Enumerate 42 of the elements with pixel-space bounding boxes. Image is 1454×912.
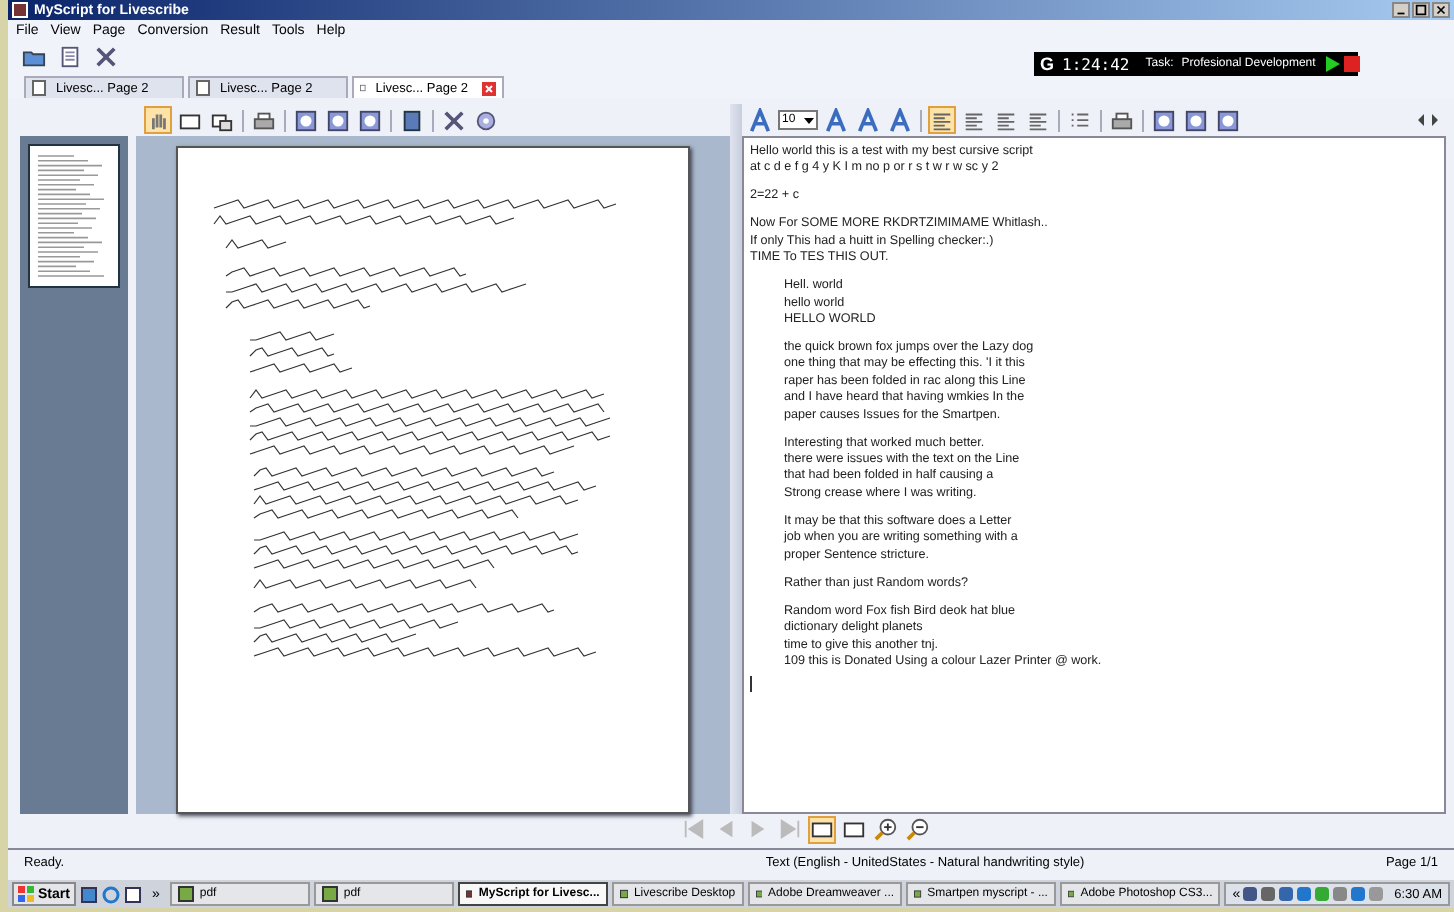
document-icon[interactable] [123,885,142,903]
app-icon [914,886,922,902]
app-icon [12,2,28,18]
settings-icon[interactable] [472,106,500,134]
book-icon[interactable] [398,106,426,134]
convert-icon[interactable] [356,106,384,134]
maximize-button[interactable] [1412,2,1430,18]
text-caret [750,675,752,692]
app-icon [1067,886,1075,902]
document-icon[interactable] [56,42,84,70]
stop-button[interactable] [1343,56,1360,72]
fit-page-icon[interactable] [808,815,836,843]
scroll-arrows-icon [1418,112,1438,128]
font-icon[interactable] [746,106,774,134]
app-icon [619,886,628,902]
app-icon [177,886,194,902]
export-icon[interactable] [1182,106,1210,134]
minimize-button[interactable] [1392,2,1410,18]
page-icon [196,80,210,96]
convert-icon[interactable] [324,106,352,134]
zoom-in-icon[interactable] [872,815,900,843]
convert-icon[interactable] [292,106,320,134]
desktop-icon[interactable] [79,885,98,903]
close-button[interactable] [1432,2,1450,18]
maximize-icon [1414,2,1428,18]
splitter-handle[interactable] [730,104,742,814]
timer-logo: G [1040,53,1055,75]
close-icon[interactable] [482,81,496,95]
export-icon[interactable] [1150,106,1178,134]
page-thumbnail[interactable] [28,144,120,288]
timer-time: 1:24:42 [1062,53,1130,75]
app-icon [755,886,763,902]
page-icon [32,80,46,96]
export-icon[interactable] [1214,106,1242,134]
play-button[interactable] [1323,56,1340,72]
page-icon [360,80,366,96]
app-icon [321,886,338,902]
align-icon[interactable] [928,106,956,134]
close-icon [1434,2,1448,18]
zoom-out-icon[interactable] [904,815,932,843]
windows-logo-icon [18,886,34,902]
app-icon [465,886,473,902]
